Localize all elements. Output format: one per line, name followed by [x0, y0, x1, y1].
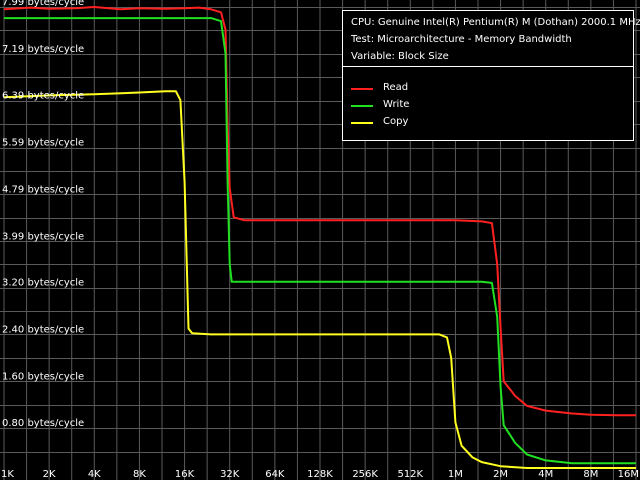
x-axis-labels: 1K 2K 4K 8K 16K 32K 64K 128K 256K 512K 1M 2M 4M 8M 16M — [1, 469, 639, 480]
x-tick-label: 4M — [538, 469, 553, 480]
x-tick-label: 16M — [618, 469, 639, 480]
y-tick-label: 2.40 bytes/cycle — [2, 324, 84, 335]
x-tick-label: 2M — [493, 469, 508, 480]
legend-label-copy: Copy — [383, 116, 409, 127]
legend-label-write: Write — [383, 99, 410, 110]
variable-info-text: Variable: Block Size — [351, 51, 449, 62]
x-tick-label: 1M — [448, 469, 463, 480]
x-tick-label: 256K — [352, 469, 378, 480]
x-tick-label: 1K — [1, 469, 14, 480]
legend-entry-write: Write — [351, 99, 611, 113]
x-tick-label: 32K — [220, 469, 240, 480]
read-swatch — [351, 88, 373, 90]
y-tick-label: 6.39 bytes/cycle — [2, 91, 84, 102]
x-tick-label: 4K — [88, 469, 101, 480]
x-tick-label: 128K — [307, 469, 333, 480]
y-tick-label: 0.80 bytes/cycle — [2, 418, 84, 429]
test-info-text: Test: Microarchitecture - Memory Bandwid… — [351, 34, 572, 45]
x-tick-label: 8K — [133, 469, 146, 480]
legend-entry-copy: Copy — [351, 116, 611, 130]
x-tick-label: 64K — [265, 469, 285, 480]
y-tick-label: 7.19 bytes/cycle — [2, 44, 84, 55]
legend-divider — [343, 66, 633, 67]
y-tick-label: 4.79 bytes/cycle — [2, 184, 84, 195]
write-swatch — [351, 105, 373, 107]
x-tick-label: 8M — [583, 469, 598, 480]
legend-label-read: Read — [383, 82, 409, 93]
x-tick-label: 2K — [43, 469, 56, 480]
y-tick-label: 3.99 bytes/cycle — [2, 231, 84, 242]
y-tick-label: 7.99 bytes/cycle — [2, 0, 84, 8]
cpu-info-text: CPU: Genuine Intel(R) Pentium(R) M (Doth… — [351, 17, 640, 28]
y-tick-label: 5.59 bytes/cycle — [2, 138, 84, 149]
y-tick-label: 1.60 bytes/cycle — [2, 371, 84, 382]
x-tick-label: 16K — [175, 469, 195, 480]
copy-swatch — [351, 122, 373, 124]
legend-entry-read: Read — [351, 82, 611, 96]
legend: CPU: Genuine Intel(R) Pentium(R) M (Doth… — [342, 10, 640, 141]
y-tick-label: 3.20 bytes/cycle — [2, 278, 84, 289]
x-tick-label: 512K — [397, 469, 423, 480]
